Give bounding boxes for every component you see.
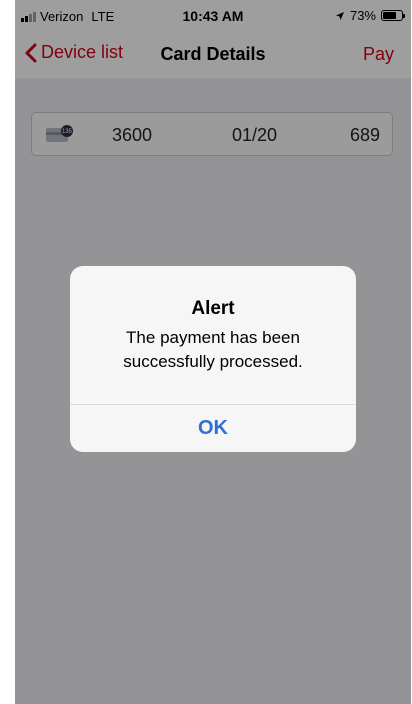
alert-title: Alert [191,298,235,319]
ok-button[interactable]: OK [70,405,356,452]
alert-message: The payment has been successfully proces… [123,328,303,371]
alert-dialog: Alert The payment has been successfully … [70,266,356,452]
phone-screen: Verizon LTE 10:43 AM 73% Device list Car… [15,0,411,704]
